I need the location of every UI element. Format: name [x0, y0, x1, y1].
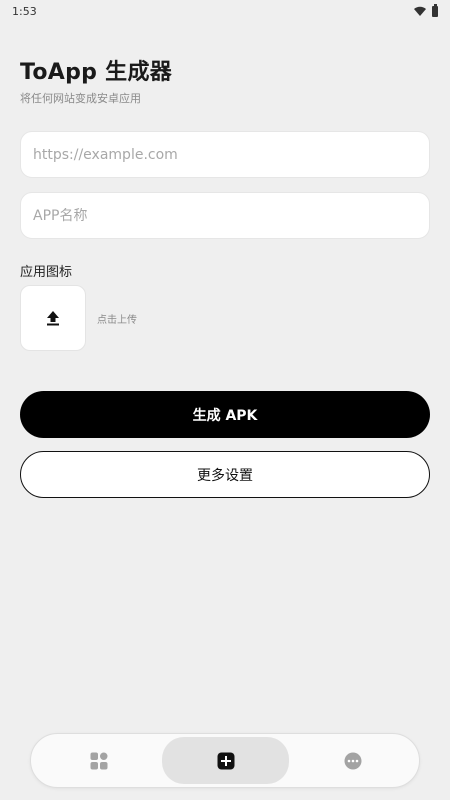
page-title: ToApp 生成器 — [20, 60, 173, 85]
nav-apps[interactable] — [41, 737, 156, 784]
more-settings-button[interactable]: 更多设置 — [20, 451, 430, 498]
wifi-icon — [414, 6, 426, 16]
generate-apk-button[interactable]: 生成 APK — [20, 391, 430, 438]
bottom-nav — [30, 733, 420, 788]
status-bar: 1:53 — [0, 0, 450, 22]
add-square-icon — [217, 752, 234, 769]
url-field[interactable] — [20, 131, 430, 178]
upload-hint: 点击上传 — [97, 315, 137, 326]
status-icons — [414, 3, 438, 17]
url-input[interactable] — [33, 146, 429, 163]
app-name-input[interactable] — [33, 207, 429, 224]
nav-more[interactable] — [295, 737, 410, 784]
icon-upload-button[interactable] — [20, 285, 86, 351]
more-circle-icon — [344, 752, 361, 769]
page-subtitle: 将任何网站变成安卓应用 — [20, 92, 141, 105]
nav-create[interactable] — [162, 737, 289, 784]
app-icon-label: 应用图标 — [20, 265, 73, 280]
status-time: 1:53 — [12, 4, 37, 18]
app-name-field[interactable] — [20, 192, 430, 239]
battery-icon — [432, 3, 438, 17]
upload-icon — [47, 311, 59, 326]
apps-grid-icon — [90, 752, 107, 769]
